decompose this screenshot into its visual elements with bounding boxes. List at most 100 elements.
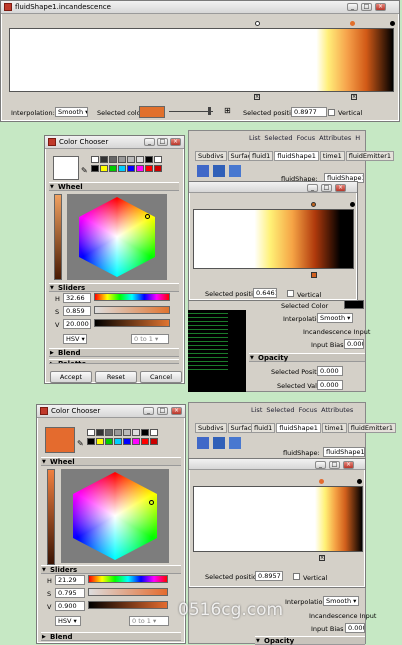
cancel-button[interactable]: Cancel bbox=[140, 371, 182, 383]
swatch[interactable] bbox=[150, 429, 158, 436]
swatch[interactable] bbox=[118, 165, 126, 172]
color-slider-track[interactable] bbox=[169, 111, 213, 112]
shape-icon[interactable] bbox=[213, 437, 225, 449]
ramp-marker-top-black[interactable] bbox=[357, 479, 362, 484]
selected-position-field[interactable]: 0.000 bbox=[317, 366, 343, 376]
swatch[interactable] bbox=[127, 165, 135, 172]
swatch[interactable] bbox=[132, 438, 140, 445]
v-slider[interactable] bbox=[88, 601, 168, 609]
menu-attributes[interactable]: Attributes bbox=[321, 406, 353, 414]
selected-color-swatch[interactable] bbox=[139, 106, 165, 118]
menu-focus[interactable]: Focus bbox=[297, 134, 316, 142]
menu-list[interactable]: List bbox=[249, 134, 260, 142]
swatch[interactable] bbox=[123, 429, 131, 436]
interpolation-dropdown[interactable]: Smooth ▾ bbox=[55, 107, 88, 117]
shape-icon[interactable] bbox=[197, 437, 209, 449]
minimize-button[interactable]: _ bbox=[315, 461, 326, 469]
ramp-marker-top-orange[interactable] bbox=[311, 202, 316, 207]
tab-time1[interactable]: time1 bbox=[319, 151, 345, 161]
maximize-button[interactable]: □ bbox=[361, 3, 372, 11]
color-slider-handle[interactable] bbox=[208, 107, 211, 115]
shape-icon[interactable] bbox=[213, 165, 225, 177]
ramp-marker-top-black[interactable] bbox=[350, 202, 355, 207]
swatch[interactable] bbox=[150, 438, 158, 445]
ramp-delete-marker[interactable] bbox=[311, 272, 317, 278]
wheel-section-header[interactable]: Wheel bbox=[49, 182, 179, 191]
h-field[interactable]: 21.29 bbox=[55, 575, 85, 585]
swatch[interactable] bbox=[114, 438, 122, 445]
s-field[interactable]: 0.795 bbox=[55, 588, 85, 598]
interpolation-dropdown[interactable]: Smooth ▾ bbox=[317, 313, 353, 323]
vertical-checkbox[interactable] bbox=[328, 109, 335, 116]
opacity-section-header[interactable]: Opacity bbox=[249, 353, 365, 362]
maximize-button[interactable]: □ bbox=[329, 461, 340, 469]
swatch[interactable] bbox=[136, 156, 144, 163]
maximize-button[interactable]: □ bbox=[157, 138, 168, 146]
v-field[interactable]: 20.000 bbox=[63, 319, 91, 329]
wheel-section-header[interactable]: Wheel bbox=[41, 457, 181, 466]
tab-fluid1[interactable]: fluid1 bbox=[249, 151, 274, 161]
minimize-button[interactable]: _ bbox=[143, 407, 154, 415]
close-button[interactable]: × bbox=[343, 461, 354, 469]
shape-icon[interactable] bbox=[197, 165, 209, 177]
menu-list[interactable]: List bbox=[251, 406, 262, 414]
color-wheel-area[interactable] bbox=[67, 194, 167, 280]
swatch[interactable] bbox=[87, 429, 95, 436]
selected-position-field[interactable]: 0.8957 bbox=[255, 571, 283, 581]
close-button[interactable]: × bbox=[335, 184, 346, 192]
swatch[interactable] bbox=[91, 156, 99, 163]
swatch[interactable] bbox=[105, 438, 113, 445]
maximize-button[interactable]: □ bbox=[157, 407, 168, 415]
ramp-marker-top-white[interactable] bbox=[255, 21, 260, 26]
value-bar[interactable] bbox=[47, 469, 55, 565]
ramp-marker-top-black[interactable] bbox=[390, 21, 395, 26]
vertical-checkbox[interactable] bbox=[287, 290, 294, 297]
close-button[interactable]: × bbox=[375, 3, 386, 11]
swatch[interactable] bbox=[109, 156, 117, 163]
tab-fluidemitter1[interactable]: fluidEmitter1 bbox=[345, 151, 395, 161]
swatch[interactable] bbox=[105, 429, 113, 436]
h-field[interactable]: 32.66 bbox=[63, 293, 91, 303]
close-button[interactable]: × bbox=[170, 138, 181, 146]
color-picker-icon[interactable]: ⊞ bbox=[224, 107, 232, 115]
swatch[interactable] bbox=[123, 438, 131, 445]
eyedropper-icon[interactable]: ✎ bbox=[81, 166, 88, 175]
menu-help[interactable]: H bbox=[355, 134, 360, 142]
shelf-tab-subdivs[interactable]: Subdivs bbox=[195, 423, 227, 433]
shelf-tab-subdivs[interactable]: Subdivs bbox=[195, 151, 227, 161]
title-bar[interactable]: fluidShape1.incandescence bbox=[1, 1, 399, 14]
color-cursor[interactable] bbox=[145, 214, 150, 219]
input-bias-field[interactable]: 0.000 bbox=[345, 623, 365, 633]
minimize-button[interactable]: _ bbox=[307, 184, 318, 192]
accept-button[interactable]: Accept bbox=[50, 371, 92, 383]
tab-fluidemitter1[interactable]: fluidEmitter1 bbox=[347, 423, 397, 433]
color-wheel-area[interactable] bbox=[61, 469, 169, 563]
eyedropper-icon[interactable]: ✎ bbox=[77, 439, 84, 448]
selected-value-field[interactable]: 0.000 bbox=[317, 380, 343, 390]
maximize-button[interactable]: □ bbox=[321, 184, 332, 192]
swatch[interactable] bbox=[145, 165, 153, 172]
color-cursor[interactable] bbox=[149, 500, 154, 505]
selected-position-field[interactable]: 0.8977 bbox=[291, 107, 327, 117]
swatch[interactable] bbox=[154, 156, 162, 163]
swatch[interactable] bbox=[100, 165, 108, 172]
ramp-marker-top-orange[interactable] bbox=[350, 21, 355, 26]
ramp-delete-marker[interactable]: × bbox=[351, 94, 357, 100]
current-color-swatch[interactable] bbox=[45, 427, 75, 453]
menu-selected[interactable]: Selected bbox=[264, 134, 292, 142]
tab-fluid1[interactable]: fluid1 bbox=[251, 423, 276, 433]
minimize-button[interactable]: _ bbox=[347, 3, 358, 11]
menu-selected[interactable]: Selected bbox=[266, 406, 294, 414]
tab-fluidshape1[interactable]: fluidShape1 bbox=[276, 423, 321, 433]
ramp-marker-top-orange[interactable] bbox=[319, 479, 324, 484]
ramp-delete-marker[interactable]: × bbox=[319, 555, 325, 561]
viewport[interactable] bbox=[188, 310, 246, 392]
h-slider[interactable] bbox=[88, 575, 168, 583]
swatch[interactable] bbox=[114, 429, 122, 436]
v-field[interactable]: 0.900 bbox=[55, 601, 85, 611]
shape-icon[interactable] bbox=[229, 165, 241, 177]
swatch[interactable] bbox=[96, 429, 104, 436]
swatch[interactable] bbox=[87, 438, 95, 445]
swatch[interactable] bbox=[96, 438, 104, 445]
node-name-field[interactable]: fluidShape1 bbox=[323, 447, 365, 457]
